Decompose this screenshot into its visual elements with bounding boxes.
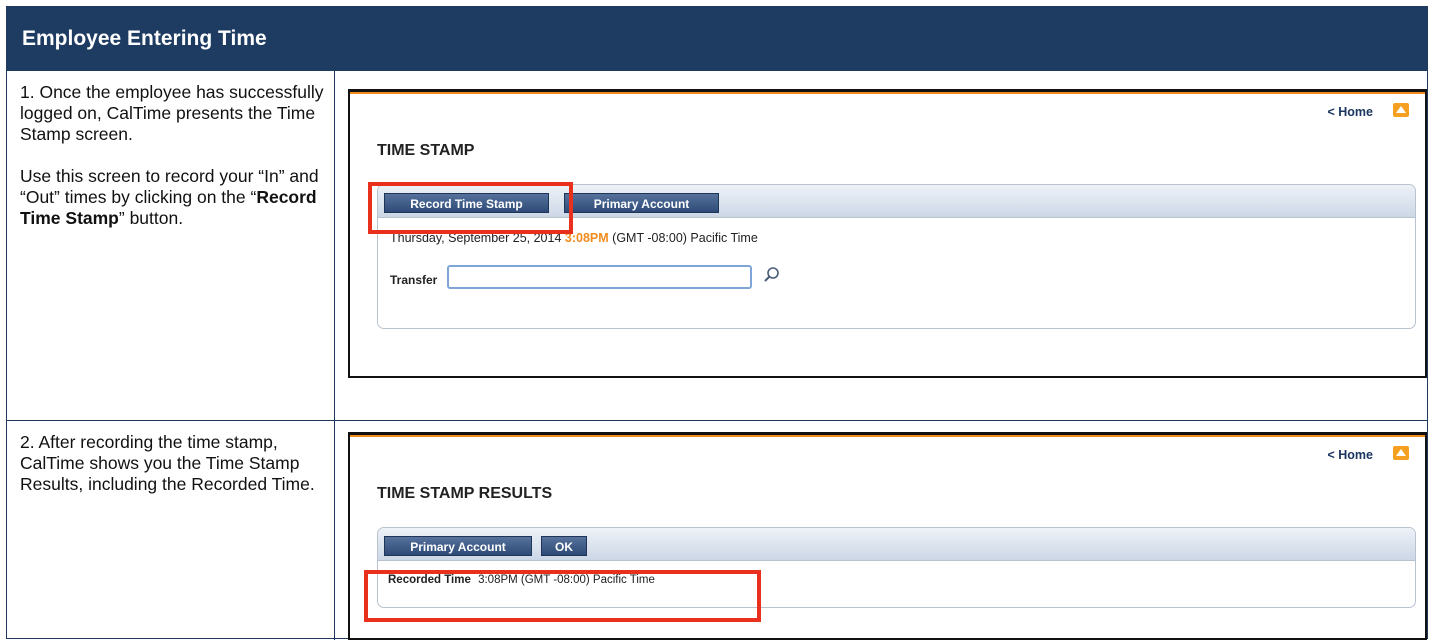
current-date-time: Thursday, September 25, 2014 3:08PM (GMT… <box>390 231 758 245</box>
recorded-time: Recorded Time 3:08PM (GMT -08:00) Pacifi… <box>388 574 655 586</box>
magnifier-icon[interactable] <box>763 266 781 284</box>
button-bar: Primary Account OK <box>378 528 1415 561</box>
button-bar: Record Time Stamp Primary Account <box>378 185 1415 218</box>
table-header: Employee Entering Time <box>7 7 1427 71</box>
record-time-stamp-button[interactable]: Record Time Stamp <box>384 193 549 213</box>
step-1-instructions: Use this screen to record your “In” and … <box>20 166 325 229</box>
time-stamp-panel: Record Time Stamp Primary Account Thursd… <box>377 184 1416 329</box>
step-1-instructions-post: ” button. <box>118 208 184 228</box>
step-1-intro: 1. Once the employee has successfully lo… <box>20 82 324 144</box>
time-stamp-results-title: TIME STAMP RESULTS <box>377 485 553 502</box>
step-1-text: 1. Once the employee has successfully lo… <box>20 82 325 229</box>
step-2-text: 2. After recording the time stamp, CalTi… <box>20 432 325 495</box>
orange-accent-line <box>350 92 1425 94</box>
home-link[interactable]: < Home <box>1327 105 1373 119</box>
time-stamp-title: TIME STAMP <box>377 142 475 159</box>
page-title: Employee Entering Time <box>22 27 267 50</box>
column-divider <box>334 71 335 640</box>
primary-account-button[interactable]: Primary Account <box>384 536 532 556</box>
timezone: (GMT -08:00) Pacific Time <box>612 231 758 245</box>
step-2-intro: 2. After recording the time stamp, CalTi… <box>20 432 315 494</box>
transfer-input[interactable] <box>447 265 752 289</box>
scroll-top-button[interactable] <box>1393 446 1409 460</box>
current-time: 3:08PM <box>564 231 609 245</box>
home-link[interactable]: < Home <box>1327 448 1373 462</box>
primary-account-button[interactable]: Primary Account <box>564 193 719 213</box>
row-divider <box>7 420 1427 421</box>
scroll-top-button[interactable] <box>1393 103 1409 117</box>
time-stamp-results-panel: Primary Account OK Recorded Time 3:08PM … <box>377 527 1416 608</box>
recorded-time-value: 3:08PM (GMT -08:00) Pacific Time <box>478 574 655 586</box>
arrow-up-icon <box>1396 449 1406 456</box>
transfer-label: Transfer <box>390 273 438 287</box>
time-stamp-screenshot: < Home TIME STAMP Record Time Stamp Prim… <box>348 89 1427 378</box>
recorded-time-label: Recorded Time <box>388 574 471 586</box>
arrow-up-icon <box>1396 106 1406 113</box>
time-stamp-results-screenshot: < Home TIME STAMP RESULTS Primary Accoun… <box>348 432 1427 640</box>
ok-button[interactable]: OK <box>541 536 587 556</box>
current-date: Thursday, September 25, 2014 <box>390 231 562 245</box>
orange-accent-line <box>350 435 1425 437</box>
document-table: Employee Entering Time 1. Once the emplo… <box>6 6 1428 640</box>
